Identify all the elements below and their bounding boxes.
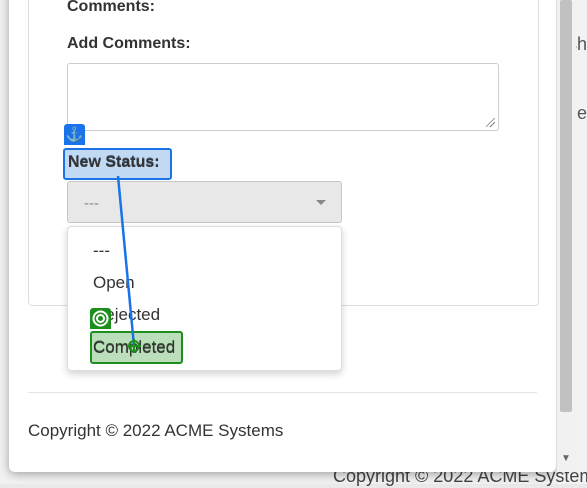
connector-line: [116, 175, 141, 353]
